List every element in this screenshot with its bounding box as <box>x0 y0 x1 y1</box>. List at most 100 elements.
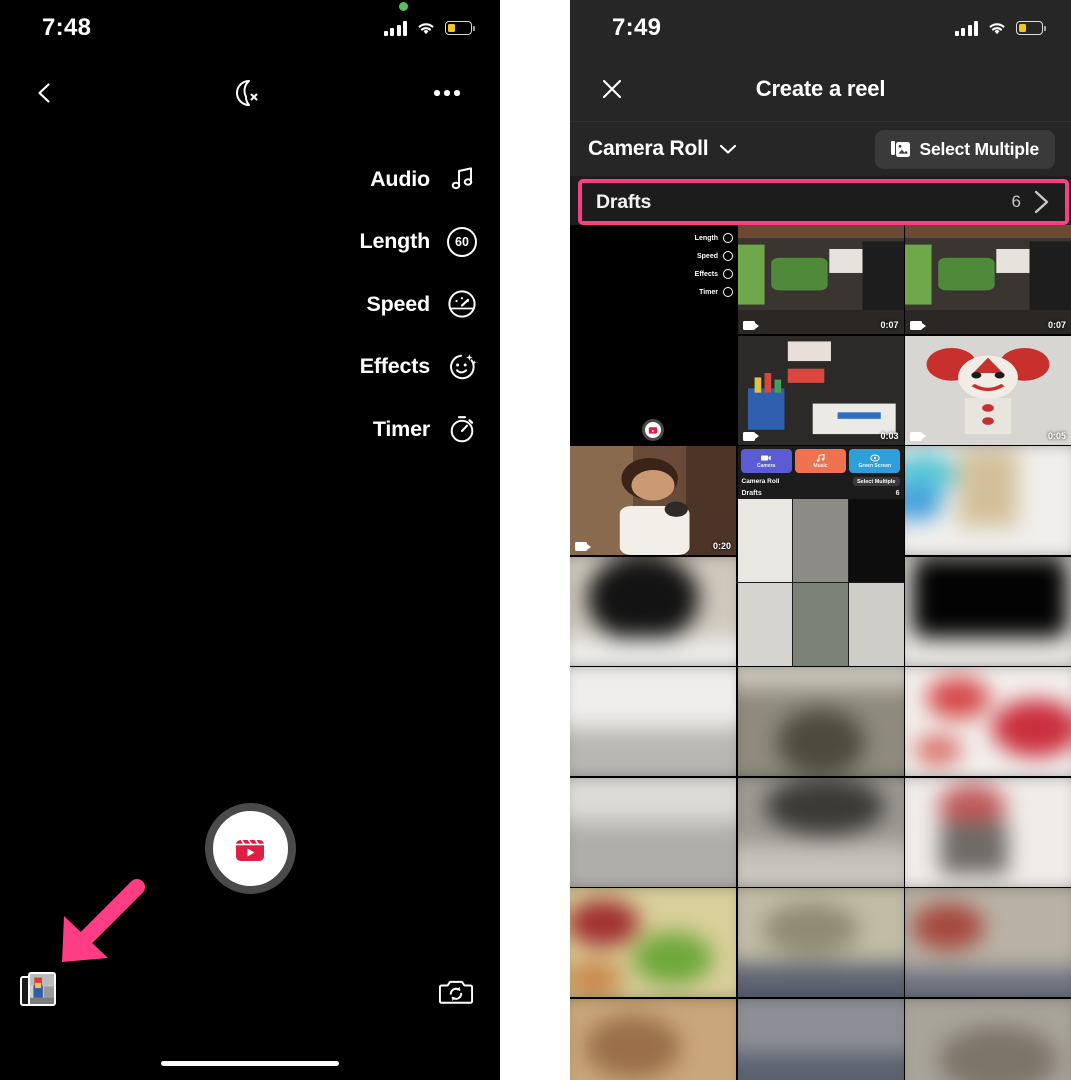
page-title: Create a reel <box>755 75 886 101</box>
photo-stack-icon <box>28 972 56 1006</box>
grid-item-photo[interactable] <box>737 998 904 1080</box>
panel-divider <box>500 0 570 1080</box>
video-duration: 0:03 <box>880 430 899 441</box>
speedometer-icon <box>723 251 733 261</box>
battery-low-icon <box>1016 21 1046 35</box>
grid-item-gallery-screenshot[interactable]: Camera Music Green Screen Camera Roll Se… <box>737 446 904 666</box>
album-label: Camera Roll <box>588 137 709 160</box>
media-grid: Length Speed Effects Timer 0:07 0:07 0:0… <box>570 225 1071 1080</box>
grid-item-photo[interactable] <box>570 998 736 1080</box>
chevron-right-icon <box>1034 190 1049 214</box>
drafts-label: Drafts <box>596 190 652 213</box>
home-indicator <box>161 1060 339 1066</box>
album-selector[interactable]: Camera Roll <box>588 137 737 161</box>
nested-drafts-row: Drafts 6 <box>738 488 904 499</box>
grid-item-video[interactable]: 0:05 <box>905 335 1071 445</box>
nested-thumb <box>793 582 848 666</box>
do-not-disturb-moon-icon <box>236 80 258 106</box>
more-options-button[interactable] <box>424 70 470 116</box>
chevron-left-icon <box>38 83 50 103</box>
nested-chip-camera: Camera <box>740 449 792 473</box>
nested-tool-label: Length <box>694 234 718 242</box>
photos-stack-icon <box>891 140 911 157</box>
camera-icon <box>761 455 771 460</box>
drafts-count: 6 <box>1011 192 1021 211</box>
length-badge-icon <box>723 233 733 243</box>
video-badge-icon <box>910 431 926 441</box>
nested-mode-chips: Camera Music Green Screen <box>738 446 904 475</box>
tool-length[interactable]: Length 60 <box>290 211 500 274</box>
camera-tool-rail: Audio Length 60 Speed Effects Timer <box>290 148 500 461</box>
nested-chip-label: Green Screen <box>858 462 892 469</box>
grid-item-photo[interactable] <box>737 667 904 776</box>
nested-drafts-count: 6 <box>895 490 900 497</box>
grid-item-video[interactable]: 0:07 <box>905 225 1071 334</box>
tool-audio[interactable]: Audio <box>290 148 500 211</box>
nested-chip-label: Camera <box>756 462 776 469</box>
nested-tool-label: Timer <box>699 288 718 296</box>
tool-timer[interactable]: Timer <box>290 398 500 461</box>
grid-item-photo[interactable] <box>905 446 1071 555</box>
cellular-bars-icon <box>954 20 978 36</box>
nested-subbar: Camera Roll Select Multiple <box>738 475 904 488</box>
nested-thumb <box>793 499 848 582</box>
nested-album-label: Camera Roll <box>741 478 780 485</box>
grid-item-video[interactable]: 0:07 <box>737 225 904 334</box>
nested-tool: Length <box>695 233 733 243</box>
length-badge-icon: 60 <box>446 226 478 258</box>
status-time: 7:49 <box>612 14 662 41</box>
nested-record-button <box>642 418 664 441</box>
close-button[interactable] <box>592 69 632 109</box>
create-reel-header: Create a reel <box>570 56 1071 122</box>
right-phone-screen: 7:49 Create a reel Camera Roll Select Mu… <box>570 0 1071 1080</box>
select-multiple-label: Select Multiple <box>919 138 1039 159</box>
grid-item-photo[interactable] <box>905 667 1071 776</box>
grid-item-photo[interactable] <box>905 777 1071 887</box>
record-button[interactable] <box>204 803 296 894</box>
gallery-thumbnail-button[interactable] <box>20 972 56 1012</box>
tool-label: Timer <box>372 416 430 441</box>
grid-item-photo[interactable] <box>737 888 904 997</box>
do-not-disturb-button[interactable] <box>223 70 269 116</box>
nested-chip-label: Music <box>813 462 828 469</box>
grid-item-reel-screenshot[interactable]: Length Speed Effects Timer <box>570 225 736 445</box>
tool-speed[interactable]: Speed <box>290 273 500 336</box>
video-badge-icon <box>910 321 926 330</box>
grid-item-video[interactable]: 0:20 <box>570 446 736 555</box>
nested-select-multiple: Select Multiple <box>852 477 900 486</box>
video-duration: 0:07 <box>1047 320 1066 330</box>
wifi-icon <box>989 22 1005 34</box>
reels-record-icon <box>236 839 264 861</box>
grid-item-photo[interactable] <box>905 888 1071 997</box>
status-time: 7:48 <box>42 14 92 41</box>
tool-label: Length <box>359 229 431 254</box>
video-badge-icon <box>742 321 759 330</box>
grid-item-video[interactable]: 0:03 <box>737 335 904 445</box>
green-recording-dot <box>398 1 408 11</box>
grid-item-photo[interactable] <box>570 667 736 776</box>
status-indicators <box>954 20 1046 36</box>
grid-item-photo[interactable] <box>737 777 904 887</box>
effects-sparkle-face-icon <box>723 269 733 279</box>
length-value: 60 <box>447 226 477 257</box>
effects-sparkle-face-icon <box>446 351 478 383</box>
wifi-icon <box>418 22 434 34</box>
stopwatch-icon <box>446 413 478 445</box>
music-icon <box>816 453 825 462</box>
tool-label: Effects <box>359 354 430 379</box>
grid-item-photo[interactable] <box>570 888 736 997</box>
speedometer-icon <box>446 288 478 320</box>
flip-camera-button[interactable] <box>434 970 478 1014</box>
tool-effects[interactable]: Effects <box>290 336 500 399</box>
grid-item-photo[interactable] <box>570 556 736 666</box>
drafts-row[interactable]: Drafts 6 <box>582 183 1065 221</box>
video-badge-icon <box>575 542 591 551</box>
tool-label: Audio <box>370 166 430 191</box>
tool-label: Speed <box>366 291 430 316</box>
back-button[interactable] <box>22 70 68 116</box>
grid-item-photo[interactable] <box>570 777 736 887</box>
nested-drafts-label: Drafts <box>741 490 762 497</box>
grid-item-photo[interactable] <box>905 998 1071 1080</box>
select-multiple-button[interactable]: Select Multiple <box>875 129 1055 169</box>
grid-item-photo[interactable] <box>905 556 1071 666</box>
